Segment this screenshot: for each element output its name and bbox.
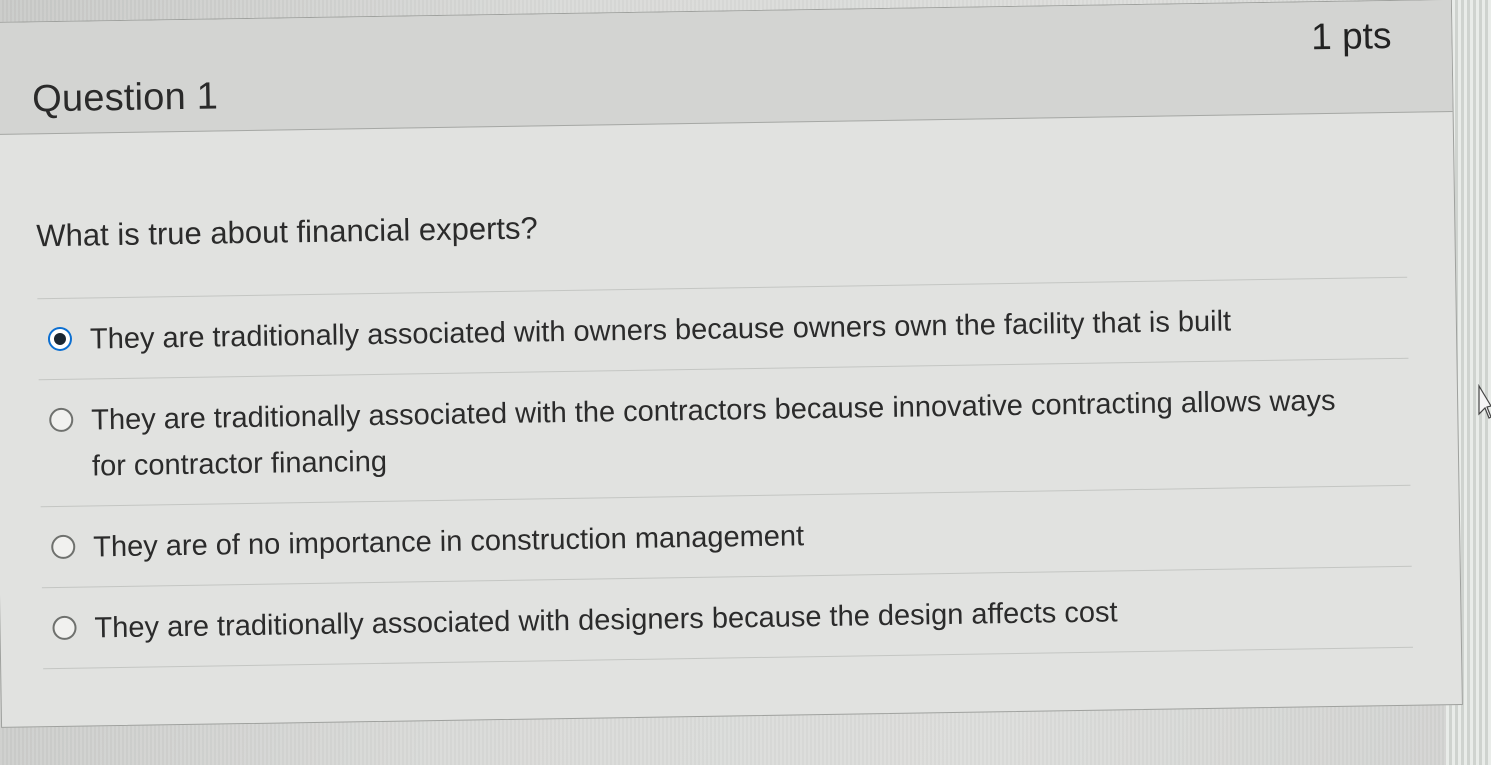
radio-unselected-icon[interactable]	[49, 407, 74, 433]
answer-label-4[interactable]: They are traditionally associated with d…	[94, 589, 1118, 651]
question-title: Question 1	[31, 75, 219, 121]
question-body: What is true about financial experts? Th…	[0, 112, 1461, 670]
question-card: Question 1 1 pts What is true about fina…	[0, 0, 1463, 728]
answer-list: They are traditionally associated with o…	[37, 276, 1414, 670]
radio-unselected-icon[interactable]	[52, 615, 77, 641]
answer-label-2[interactable]: They are traditionally associated with t…	[91, 378, 1352, 490]
answer-option-2[interactable]: They are traditionally associated with t…	[38, 358, 1411, 508]
radio-unselected-icon[interactable]	[51, 534, 76, 560]
answer-label-3[interactable]: They are of no importance in constructio…	[93, 513, 805, 570]
question-points: 1 pts	[1310, 14, 1392, 58]
answer-label-1[interactable]: They are traditionally associated with o…	[90, 299, 1232, 363]
radio-selected-icon[interactable]	[47, 326, 73, 352]
mouse-cursor-icon	[1478, 384, 1491, 419]
page: Question 1 1 pts What is true about fina…	[0, 0, 1491, 765]
question-text: What is true about financial experts?	[36, 210, 539, 254]
